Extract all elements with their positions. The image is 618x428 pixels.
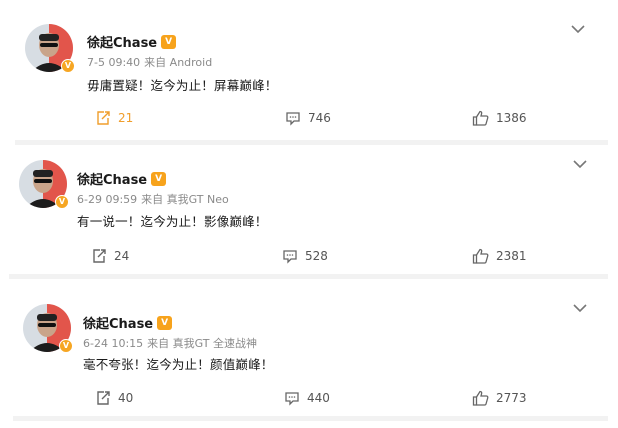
thumbs-up-icon [472, 248, 489, 264]
repost-count: 40 [118, 391, 134, 405]
like-button[interactable]: 1386 [472, 110, 527, 126]
comment-icon [286, 112, 300, 126]
repost-button[interactable]: 40 [95, 390, 133, 406]
like-count: 2773 [496, 391, 527, 405]
post-card: V 徐起Chase 7-5 09:40 来自 Android 毋庸置疑！迄今为止！… [15, 10, 608, 145]
author-row: 徐起Chase [83, 313, 173, 332]
comment-button[interactable]: 746 [285, 110, 331, 126]
repost-count: 24 [114, 249, 130, 263]
post-source: 来自 Android [144, 56, 213, 69]
comment-button[interactable]: 528 [282, 248, 328, 264]
chevron-down-icon[interactable] [572, 303, 588, 313]
comment-icon [283, 250, 297, 264]
author-name[interactable]: 徐起Chase [77, 169, 147, 188]
post-text: 有一说一！迄今为止！影像巅峰！ [77, 214, 268, 229]
like-count: 2381 [496, 249, 527, 263]
post-text: 毫不夸张！迄今为止！颜值巅峰！ [83, 357, 274, 372]
post-card: V 徐起Chase 6-29 09:59 来自 真我GT Neo 有一说一！迄今为… [9, 146, 608, 279]
repost-icon [97, 111, 110, 125]
verified-badge-icon: V [55, 195, 69, 209]
comment-icon [285, 392, 299, 406]
verified-badge-icon: V [61, 59, 75, 73]
thumbs-up-icon [472, 110, 489, 126]
chevron-down-icon[interactable] [572, 159, 588, 169]
author-name[interactable]: 徐起Chase [87, 32, 157, 51]
post-card: V 徐起Chase 6-24 10:15 来自 真我GT 全速战神 毫不夸张！迄今… [13, 290, 608, 421]
like-button[interactable]: 2773 [472, 390, 527, 406]
post-meta: 6-24 10:15 来自 真我GT 全速战神 [83, 335, 261, 351]
post-date[interactable]: 7-5 09:40 [87, 56, 140, 69]
repost-button[interactable]: 21 [95, 110, 133, 126]
author-row: 徐起Chase [77, 169, 167, 188]
verified-badge-icon: V [59, 339, 73, 353]
comment-button[interactable]: 440 [284, 390, 330, 406]
post-date[interactable]: 6-29 09:59 [77, 193, 137, 206]
post-source: 来自 真我GT Neo [141, 193, 229, 206]
repost-icon [97, 391, 110, 405]
author-name[interactable]: 徐起Chase [83, 313, 153, 332]
author-row: 徐起Chase [87, 32, 177, 51]
chevron-down-icon[interactable] [570, 24, 586, 34]
comment-count: 746 [308, 111, 331, 125]
like-button[interactable]: 2381 [472, 248, 527, 264]
comment-count: 440 [307, 391, 330, 405]
comment-count: 528 [305, 249, 328, 263]
repost-icon [93, 249, 106, 263]
post-source: 来自 真我GT 全速战神 [147, 337, 258, 350]
vip-crown-icon [157, 315, 173, 330]
thumbs-up-icon [472, 390, 489, 406]
vip-crown-icon [161, 34, 177, 49]
post-meta: 7-5 09:40 来自 Android [87, 54, 216, 70]
post-meta: 6-29 09:59 来自 真我GT Neo [77, 191, 233, 207]
vip-crown-icon [151, 171, 167, 186]
post-text: 毋庸置疑！迄今为止！屏幕巅峰！ [87, 78, 278, 93]
repost-count: 21 [118, 111, 134, 125]
like-count: 1386 [496, 111, 527, 125]
post-date[interactable]: 6-24 10:15 [83, 337, 143, 350]
repost-button[interactable]: 24 [91, 248, 129, 264]
